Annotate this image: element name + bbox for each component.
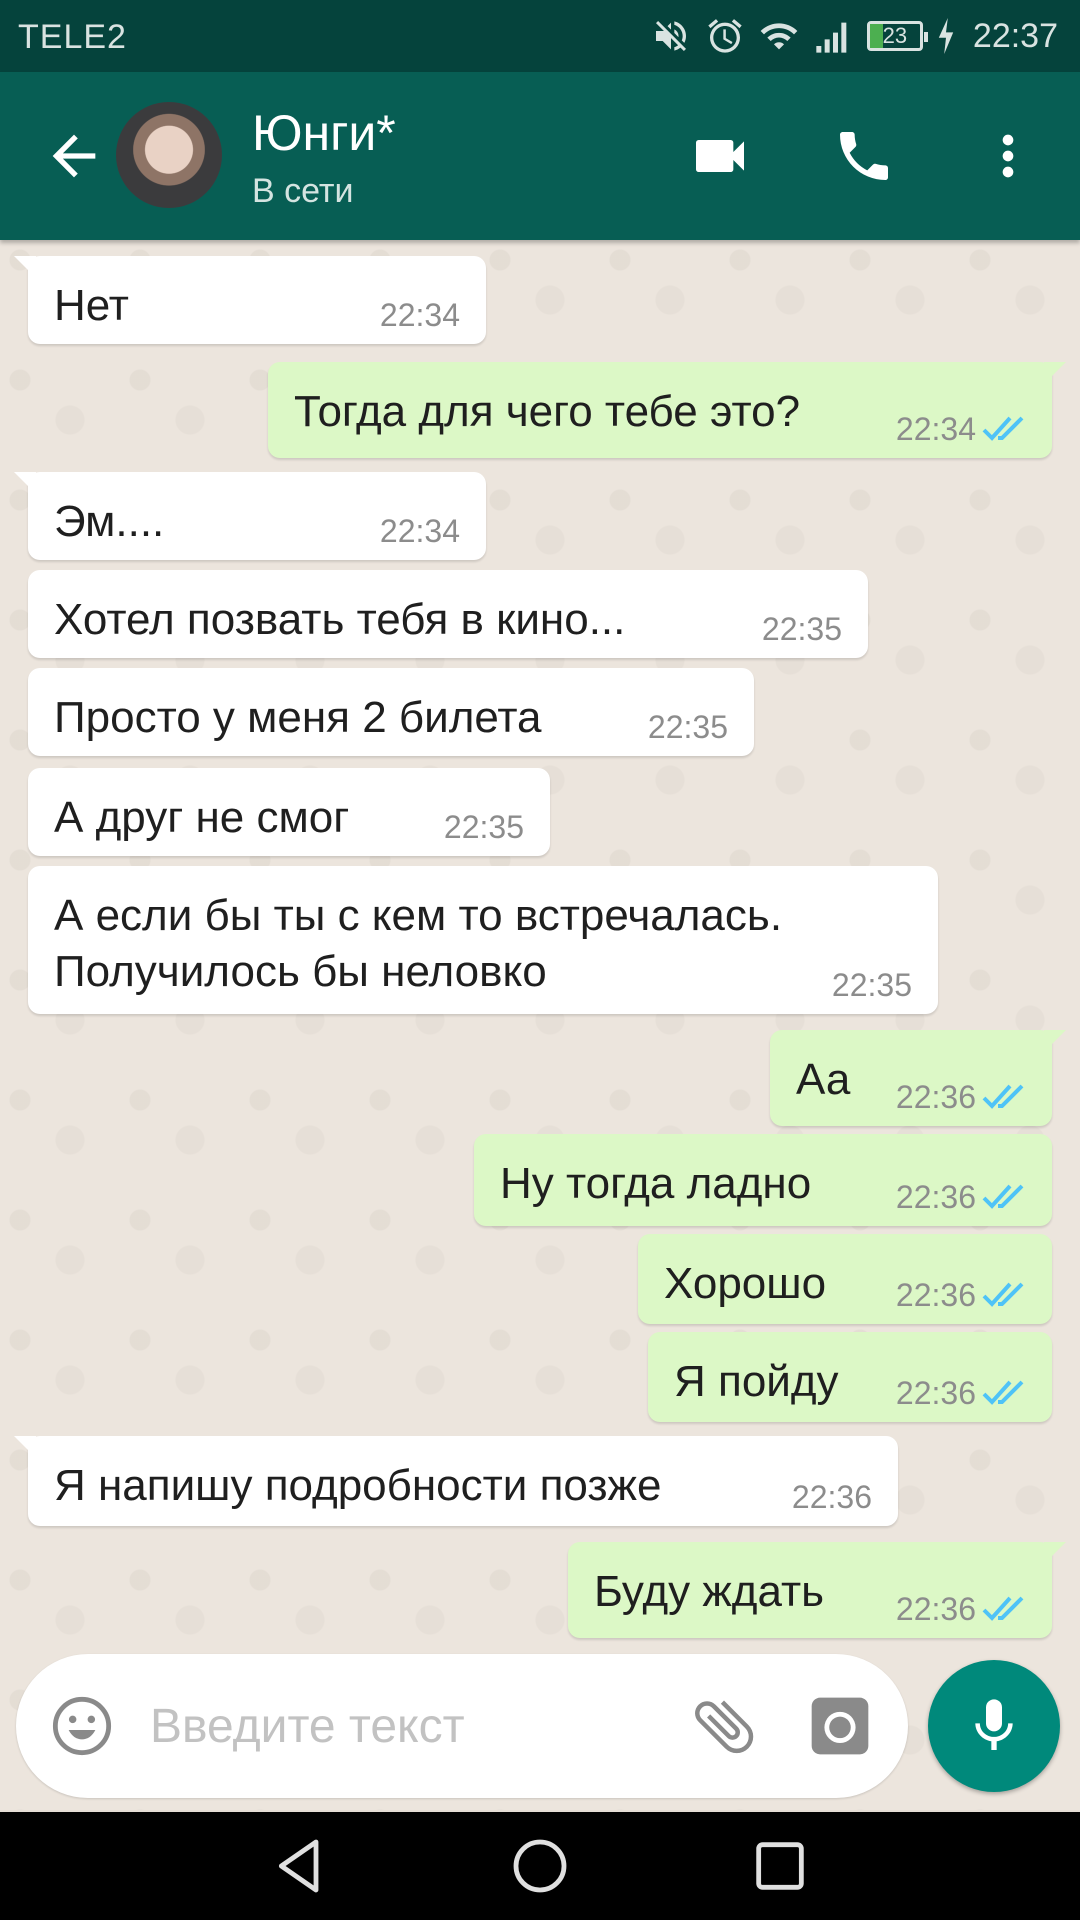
message-incoming[interactable]: А если бы ты с кем то встречалась. Получ… [28, 866, 938, 1014]
clock: 22:37 [972, 16, 1058, 55]
more-options-button[interactable] [972, 120, 1044, 192]
message-text: Я напишу подробности позже [54, 1461, 662, 1510]
wifi-icon [760, 23, 798, 50]
phone-icon [840, 132, 888, 180]
read-ticks-icon [982, 1596, 1024, 1621]
message-outgoing[interactable]: Буду ждать 22:36 [568, 1542, 1066, 1638]
charging-icon [938, 18, 954, 54]
battery-indicator: 23 [866, 21, 928, 51]
message-time: 22:34 [895, 411, 976, 447]
video-call-icon [696, 140, 744, 172]
read-ticks-icon [982, 416, 1024, 441]
message-outgoing[interactable]: Хорошо 22:36 [638, 1234, 1052, 1324]
message-incoming[interactable]: Нет 22:34 [14, 256, 486, 344]
message-text: Хотел позвать тебя в кино... [54, 595, 626, 644]
message-text: Нет [54, 281, 129, 330]
message-text: Хорошо [664, 1259, 827, 1308]
carrier-label: TELE2 [18, 18, 127, 56]
message-text: Буду ждать [594, 1567, 825, 1616]
nav-home-icon[interactable] [508, 1834, 572, 1898]
nav-back-icon[interactable] [268, 1834, 332, 1898]
contact-status: В сети [252, 172, 354, 210]
message-time: 22:35 [443, 809, 524, 845]
chat-header: Юнги* В сети [0, 72, 1080, 240]
contact-name[interactable]: Юнги* [252, 104, 396, 162]
message-time: 22:36 [895, 1375, 976, 1411]
status-bar: TELE2 23 22:37 [0, 0, 1080, 72]
message-time: 22:34 [379, 297, 460, 333]
read-ticks-icon [982, 1184, 1024, 1209]
message-text: А друг не смог [54, 793, 350, 842]
more-vert-icon [1002, 134, 1014, 178]
message-time: 22:36 [895, 1179, 976, 1215]
message-input[interactable] [150, 1692, 670, 1760]
message-time: 22:35 [831, 967, 912, 1003]
message-text: А если бы ты с кем то встречалась. Получ… [54, 891, 783, 996]
system-nav-bar [0, 1812, 1080, 1920]
message-text: Ну тогда ладно [500, 1159, 812, 1208]
message-outgoing[interactable]: Ну тогда ладно 22:36 [474, 1134, 1052, 1226]
status-icons: 23 22:37 [651, 14, 1058, 58]
read-ticks-icon [982, 1380, 1024, 1405]
message-incoming[interactable]: Просто у меня 2 билета 22:35 [28, 668, 754, 756]
message-text: Тогда для чего тебе это? [294, 387, 801, 436]
message-outgoing[interactable]: Тогда для чего тебе это? 22:34 [268, 362, 1066, 458]
mic-icon [975, 1699, 1013, 1750]
camera-icon[interactable] [806, 1692, 874, 1760]
message-incoming[interactable]: Эм.... 22:34 [14, 472, 486, 560]
message-incoming[interactable]: Я напишу подробности позже 22:36 [14, 1436, 898, 1526]
avatar[interactable] [116, 102, 222, 208]
message-outgoing[interactable]: Аа 22:36 [770, 1030, 1066, 1126]
message-text: Аа [796, 1055, 851, 1104]
message-text: Эм.... [54, 497, 165, 546]
attach-icon[interactable] [688, 1690, 760, 1762]
read-ticks-icon [982, 1084, 1024, 1109]
message-incoming[interactable]: А друг не смог 22:35 [28, 768, 550, 856]
composer [16, 1654, 908, 1798]
read-ticks-icon [982, 1282, 1024, 1307]
message-text: Просто у меня 2 билета [54, 693, 542, 742]
message-time: 22:36 [895, 1591, 976, 1627]
alarm-icon [708, 19, 742, 53]
video-call-button[interactable] [684, 120, 756, 192]
message-text: Я пойду [674, 1357, 839, 1406]
message-time: 22:36 [895, 1079, 976, 1115]
message-time: 22:35 [647, 709, 728, 745]
voice-call-button[interactable] [828, 120, 900, 192]
back-arrow-icon[interactable] [42, 124, 106, 188]
voice-record-button[interactable] [928, 1660, 1060, 1792]
signal-icon [816, 22, 847, 53]
message-list[interactable]: Нет 22:34 Тогда для чего тебе это? 22:34… [0, 240, 1080, 1810]
message-time: 22:36 [791, 1479, 872, 1515]
message-incoming[interactable]: Хотел позвать тебя в кино... 22:35 [28, 570, 868, 658]
message-time: 22:36 [895, 1277, 976, 1313]
nav-recents-icon[interactable] [748, 1834, 812, 1898]
message-time: 22:34 [379, 513, 460, 549]
message-time: 22:35 [761, 611, 842, 647]
mute-icon [655, 21, 686, 51]
emoji-icon[interactable] [50, 1694, 114, 1758]
message-outgoing[interactable]: Я пойду 22:36 [648, 1332, 1052, 1422]
